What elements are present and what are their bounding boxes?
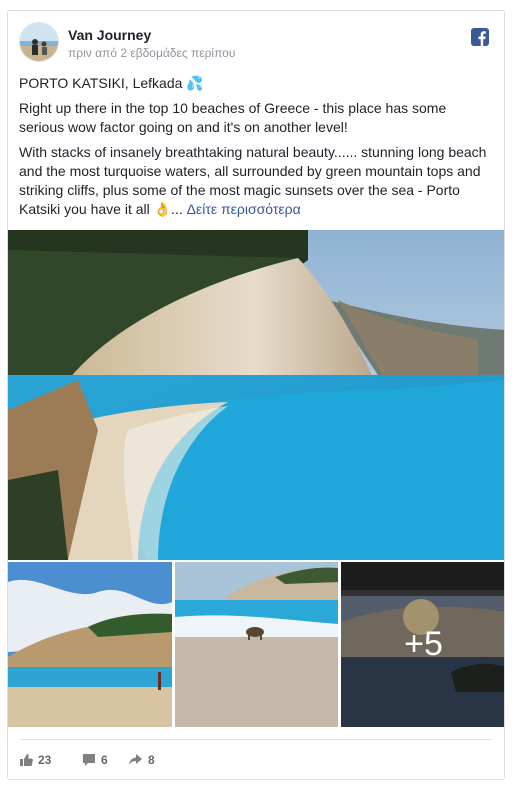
- post-title-line: PORTO KATSIKI, Lefkada 💦: [19, 75, 204, 91]
- shares-count: 8: [148, 753, 155, 767]
- post-footer: 23 6 8: [19, 739, 493, 772]
- more-photos-count: +5: [404, 625, 443, 663]
- facebook-icon[interactable]: [471, 28, 489, 46]
- thumbnail-photo-2[interactable]: [175, 562, 338, 727]
- thumbnail-photo-1[interactable]: [8, 562, 172, 727]
- post-timestamp[interactable]: πριν από 2 εβδομάδες περίπου: [68, 46, 235, 60]
- post-paragraph-1: Right up there in the top 10 beaches of …: [19, 100, 447, 135]
- thumbs-up-icon: [20, 754, 33, 766]
- author-name[interactable]: Van Journey: [68, 27, 151, 43]
- avatar[interactable]: [19, 22, 59, 62]
- comments-stat[interactable]: 6: [82, 753, 108, 767]
- comment-icon: [83, 754, 95, 766]
- see-more-link[interactable]: Δείτε περισσότερα: [187, 201, 301, 217]
- post-header: Van Journey πριν από 2 εβδομάδες περίπου: [19, 22, 493, 64]
- share-icon: [129, 754, 142, 765]
- likes-count: 23: [38, 753, 52, 767]
- main-photo[interactable]: [8, 230, 504, 560]
- thumbnail-photo-3[interactable]: +5: [341, 562, 504, 727]
- post-paragraph-2: With stacks of insanely breathtaking nat…: [19, 143, 495, 219]
- more-photos-overlay[interactable]: +5: [341, 562, 504, 727]
- comments-count: 6: [101, 753, 108, 767]
- post-card: Van Journey πριν από 2 εβδομάδες περίπου…: [7, 10, 505, 780]
- shares-stat[interactable]: 8: [128, 753, 155, 767]
- likes-stat[interactable]: 23: [19, 753, 51, 767]
